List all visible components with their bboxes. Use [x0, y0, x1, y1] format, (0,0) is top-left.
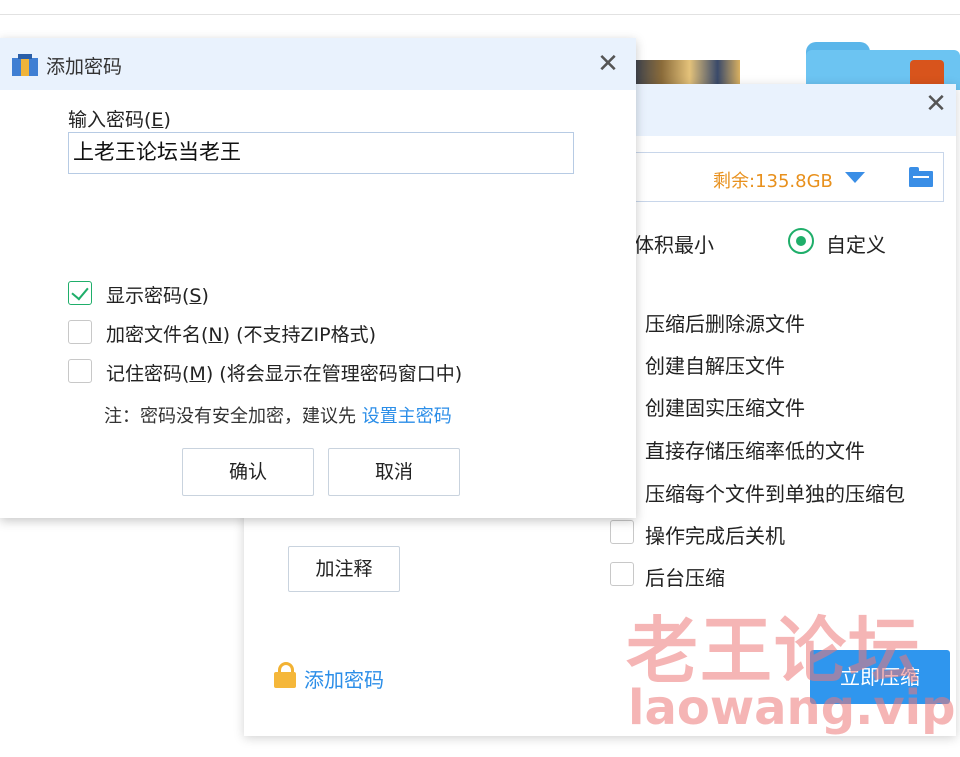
close-icon[interactable]: ✕ — [596, 51, 620, 77]
encrypt-filenames-checkbox[interactable] — [68, 320, 92, 344]
option-background-compress[interactable]: 后台压缩 — [645, 562, 725, 591]
option-separate-archives[interactable]: 压缩每个文件到单独的压缩包 — [645, 478, 905, 507]
show-password-checkbox[interactable] — [68, 281, 92, 305]
custom-mode-radio[interactable] — [788, 228, 814, 254]
top-divider — [0, 14, 960, 15]
option-solid-archive[interactable]: 创建固实压缩文件 — [645, 392, 805, 421]
chevron-down-icon[interactable] — [845, 172, 865, 183]
remember-password-label[interactable]: 记住密码(M) (将会显示在管理密码窗口中) — [106, 359, 462, 386]
close-icon[interactable]: ✕ — [924, 91, 948, 117]
custom-mode-label[interactable]: 自定义 — [826, 229, 886, 258]
show-password-label[interactable]: 显示密码(S) — [106, 281, 209, 308]
lock-icon — [274, 662, 296, 688]
encrypt-filenames-label[interactable]: 加密文件名(N) (不支持ZIP格式) — [106, 320, 376, 347]
add-comment-button[interactable]: 加注释 — [288, 546, 400, 592]
free-space-label: 剩余:135.8GB — [713, 171, 833, 192]
background-folder-icon — [806, 40, 960, 90]
watermark-url: laowang.vip — [628, 680, 956, 736]
shutdown-checkbox[interactable] — [610, 520, 634, 544]
output-path-box[interactable]: 剩余:135.8GB — [616, 152, 944, 202]
mode-smallest-label[interactable]: 体积最小 — [634, 229, 714, 258]
add-password-link[interactable]: 添加密码 — [304, 664, 384, 693]
option-self-extracting[interactable]: 创建自解压文件 — [645, 350, 785, 379]
dialog-header: 添加密码 ✕ — [0, 38, 636, 90]
archive-app-icon — [12, 54, 38, 76]
option-store-low-ratio[interactable]: 直接存储压缩率低的文件 — [645, 435, 865, 464]
password-input[interactable]: 上老王论坛当老王 — [68, 132, 574, 174]
confirm-button[interactable]: 确认 — [182, 448, 314, 496]
cancel-button[interactable]: 取消 — [328, 448, 460, 496]
option-delete-source[interactable]: 压缩后删除源文件 — [645, 308, 805, 337]
remember-password-checkbox[interactable] — [68, 359, 92, 383]
background-compress-checkbox[interactable] — [610, 562, 634, 586]
security-note: 注：密码没有安全加密，建议先 设置主密码 — [104, 406, 452, 427]
folder-icon[interactable] — [909, 167, 933, 187]
password-input-label: 输入密码(E) — [68, 109, 171, 131]
option-shutdown[interactable]: 操作完成后关机 — [645, 520, 785, 549]
set-master-password-link[interactable]: 设置主密码 — [362, 406, 452, 427]
add-password-dialog: 添加密码 ✕ 输入密码(E) 上老王论坛当老王 显示密码(S) 加密文件名(N)… — [0, 38, 636, 518]
dialog-title: 添加密码 — [46, 56, 123, 78]
